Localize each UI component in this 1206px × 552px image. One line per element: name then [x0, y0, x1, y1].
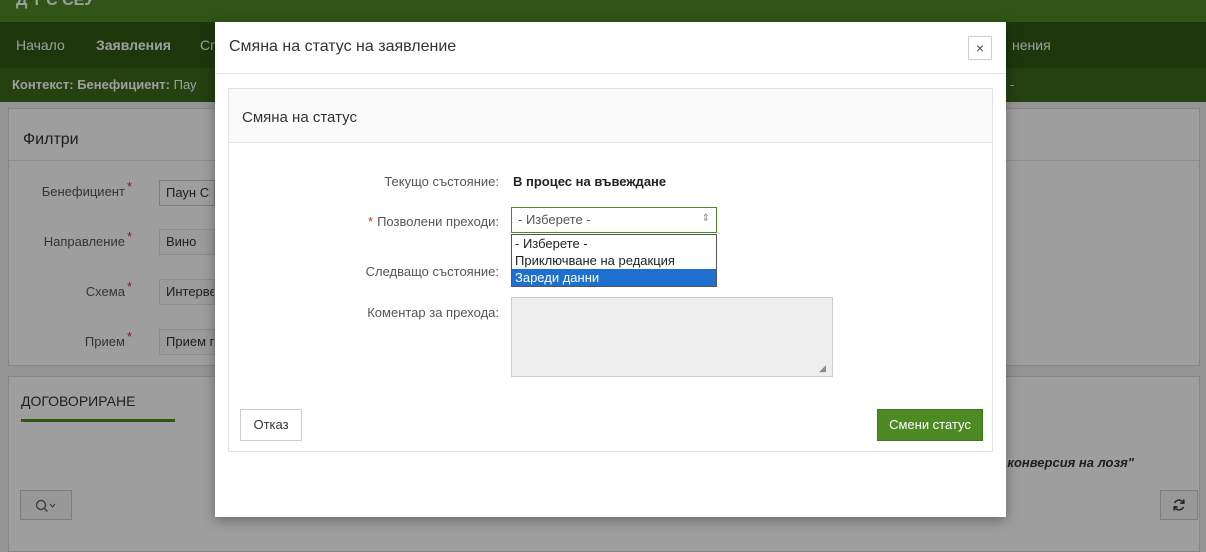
dropdown-option-placeholder[interactable]: - Изберете -	[512, 235, 716, 252]
dropdown-option-load-data[interactable]: Зареди данни	[512, 269, 716, 286]
status-change-panel: Смяна на статус Текущо състояние: В проц…	[228, 88, 993, 452]
allowed-transitions-select[interactable]: - Изберете - ⇕	[511, 207, 717, 233]
modal-header: Смяна на статус на заявление ×	[215, 22, 1006, 74]
next-state-label: Следващо състояние:	[365, 264, 499, 279]
current-state-value: В процес на въвеждане	[513, 174, 667, 189]
modal-title: Смяна на статус на заявление	[229, 38, 457, 55]
cancel-button[interactable]: Отказ	[240, 409, 302, 441]
required-marker: *	[368, 214, 374, 229]
select-caret-icon: ⇕	[701, 213, 710, 224]
section-title: Смяна на статус	[242, 109, 357, 126]
allowed-transitions-label: * Позволени преходи:	[239, 214, 499, 229]
dropdown-option-finish-editing[interactable]: Приключване на редакция	[512, 252, 716, 269]
allowed-transitions-label-text: Позволени преходи:	[377, 214, 499, 229]
comment-textarea[interactable]	[511, 297, 833, 377]
close-icon: ×	[975, 40, 985, 56]
current-state-label: Текущо състояние:	[384, 174, 499, 189]
select-value: - Изберете -	[518, 212, 591, 227]
comment-label: Коментар за прехода:	[367, 305, 499, 320]
close-button[interactable]: ×	[968, 36, 992, 60]
change-status-button[interactable]: Смени статус	[877, 409, 983, 441]
transitions-dropdown: - Изберете - Приключване на редакция Зар…	[511, 234, 717, 287]
status-change-panel-header: Смяна на статус	[229, 89, 992, 143]
change-status-modal: Смяна на статус на заявление × Смяна на …	[215, 22, 1006, 517]
